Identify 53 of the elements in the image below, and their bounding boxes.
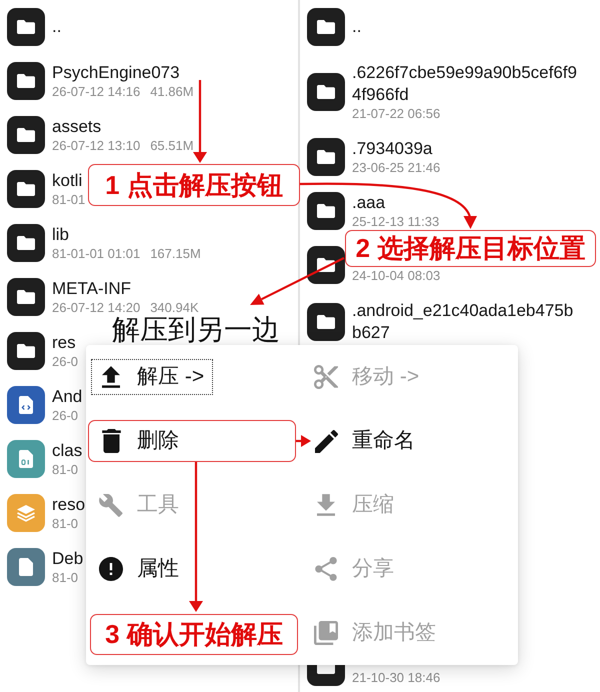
file-date: 26-07-12 13:10 bbox=[52, 138, 140, 154]
download-icon bbox=[317, 494, 335, 516]
file-date: 21-10-30 18:46 bbox=[352, 670, 440, 686]
file-date: 24-10-04 08:03 bbox=[352, 268, 440, 284]
file-name: Deb bbox=[52, 548, 84, 570]
share-icon bbox=[315, 557, 337, 581]
file-name: reso bbox=[52, 494, 86, 516]
menu-item[interactable]: 解压 -> bbox=[91, 359, 214, 395]
scissors-icon bbox=[314, 365, 338, 389]
file-name: clas bbox=[52, 440, 82, 462]
file-size: 340.94K bbox=[150, 300, 199, 316]
file-size: 167.15M bbox=[150, 246, 201, 262]
file-name: .7934039a bbox=[352, 138, 432, 160]
file-date: 26-0 bbox=[52, 408, 78, 424]
menu-item[interactable]: 重命名 bbox=[306, 423, 424, 459]
step-callout: 3 确认开始解压 bbox=[90, 614, 298, 655]
file-name: .. bbox=[52, 16, 62, 38]
file-name: res bbox=[52, 332, 76, 354]
file-date: 26-0 bbox=[52, 354, 78, 370]
wrench-icon bbox=[99, 494, 123, 516]
file-size: 41.86M bbox=[150, 84, 194, 100]
file-name: And bbox=[52, 386, 82, 408]
exclamation-icon bbox=[99, 557, 123, 581]
file-name: kotli bbox=[52, 170, 82, 192]
annotation-arrow bbox=[296, 435, 311, 447]
file-name: META-INF bbox=[52, 278, 132, 300]
upload-icon bbox=[102, 366, 120, 388]
file-date: 26-07-12 14:16 bbox=[52, 84, 140, 100]
bookmark-icon bbox=[314, 621, 338, 645]
file-name: .android_e21c40ada1eb475bb627 bbox=[352, 300, 574, 344]
menu-item[interactable]: 属性 bbox=[91, 551, 188, 587]
file-name: .. bbox=[352, 16, 362, 38]
step-callout: 1 点击解压按钮 bbox=[88, 164, 300, 206]
file-name: .aaa bbox=[352, 192, 386, 214]
file-date: 26-07-12 14:20 bbox=[52, 300, 140, 316]
file-date: 81-0 bbox=[52, 570, 78, 586]
file-date: 81-01 bbox=[52, 192, 86, 208]
file-name: assets bbox=[52, 116, 102, 138]
file-date: 81-0 bbox=[52, 462, 78, 478]
file-date: 21-07-22 06:56 bbox=[352, 106, 440, 122]
file-size: 65.51M bbox=[150, 138, 194, 154]
pencil-icon bbox=[314, 430, 338, 452]
file-name: .6226f7cbe59e99a90b5cef6f94f966fd bbox=[352, 62, 578, 106]
file-date: 23-06-25 21:46 bbox=[352, 160, 440, 176]
file-date: 25-12-13 11:33 bbox=[352, 214, 440, 230]
step-callout: 2 选择解压目标位置 bbox=[345, 230, 596, 267]
file-name: lib bbox=[52, 224, 70, 246]
file-date: 81-01-01 01:01 bbox=[52, 246, 140, 262]
file-name: PsychEngine073 bbox=[52, 62, 180, 84]
annotation-note: 解压到另一边 bbox=[112, 315, 280, 344]
menu-item[interactable]: 删除 bbox=[91, 423, 188, 459]
trash-icon bbox=[102, 429, 120, 453]
file-date: 81-0 bbox=[52, 516, 78, 532]
